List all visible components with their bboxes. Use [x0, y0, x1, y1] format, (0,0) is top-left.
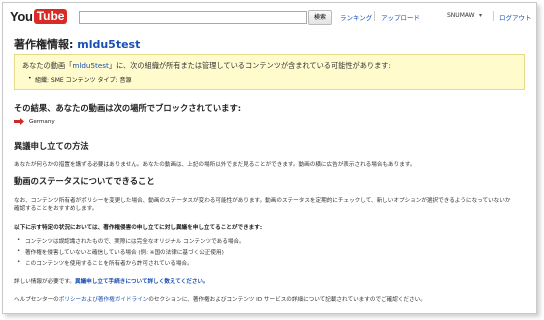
status-text-line2: 確認することをおすすめします。 [14, 206, 98, 212]
nav-upload-link[interactable]: アップロード [381, 12, 420, 22]
nav-divider [374, 11, 375, 21]
top-bar: You Tube 検索 ランキング アップロード SNUMAW ▾ ログアウト [3, 3, 536, 29]
condition-item: • 著作権を侵害していないと確信している場合 (例: ※国の法律に基づく公正使用) [17, 248, 224, 256]
more-info-line: 詳しい情報が必要です。異議申し立て手続きについて詳しく数えてください。 [14, 277, 209, 285]
notice-message: あなたの動画「mldu5test」に、次の組織が所有または管理しているコンテンツ… [22, 61, 391, 71]
chevron-down-icon[interactable]: ▾ [479, 12, 482, 19]
blocked-country: Germany [29, 119, 55, 125]
username-label[interactable]: SNUMAW [447, 12, 475, 19]
dispute-heading: 異議申し立ての方法 [14, 141, 89, 151]
page-title-prefix: 著作権情報: [14, 38, 78, 51]
condition-text: コンテンツは誤認識されたもので、実際には完全なオリジナル コンテンツである場合。 [25, 239, 245, 245]
conditions-heading: 以下に示す特定の状況においては、著作権侵害の申し立てに対し異議を申し立てることが… [14, 225, 263, 231]
bullet-icon: • [28, 75, 32, 82]
browser-page: You Tube 検索 ランキング アップロード SNUMAW ▾ ログアウト … [2, 2, 537, 314]
search-button[interactable]: 検索 [308, 10, 332, 25]
condition-text: 著作権を侵害していないと確信している場合 (例: ※国の法律に基づく公正使用) [25, 250, 224, 256]
dispute-text: あなたが何らかの措置を講ずる必要はありません。あなたの動画は、上記の場所以外でま… [14, 162, 416, 168]
condition-item: • このコンテンツを使用することを所有者から許可されている場合。 [17, 259, 193, 267]
page-title: 著作権情報: mldu5test [14, 36, 140, 52]
more-info-text: 詳しい情報が必要です。 [14, 279, 75, 285]
bullet-icon: • [17, 259, 21, 265]
blocked-heading: その結果、あなたの動画は次の場所でブロックされています: [14, 103, 242, 113]
policy-guidelines-link[interactable]: ポリシーおよび著作権ガイドライン [59, 297, 149, 303]
arrow-right-icon [14, 118, 24, 125]
logout-link[interactable]: ログアウト [499, 12, 532, 22]
footer-text-before: ヘルプセンターの [14, 297, 59, 303]
copyright-notice-box: あなたの動画「mldu5test」に、次の組織が所有または管理しているコンテンツ… [14, 54, 525, 90]
notice-text-before: あなたの動画「 [22, 61, 73, 70]
youtube-logo[interactable]: You Tube [10, 8, 68, 24]
video-title-link[interactable]: mldu5test [77, 38, 140, 51]
nav-divider [493, 11, 494, 21]
condition-item: • コンテンツは誤認識されたもので、実際には完全なオリジナル コンテンツである場合… [17, 237, 245, 245]
logo-you-text: You [10, 8, 33, 24]
nav-ranking-link[interactable]: ランキング [340, 12, 372, 22]
notice-org-item: • 組織: SME コンテンツ タイプ: 音源 [28, 75, 132, 84]
notice-text-after: 」に、次の組織が所有または管理しているコンテンツが含まれている可能性があります: [108, 61, 391, 70]
logo-tube-text: Tube [33, 8, 68, 24]
footer-text-after: のセクションに、著作権およびコンテンツ ID サービスの詳細について記載されてい… [148, 297, 426, 303]
bullet-icon: • [17, 248, 21, 254]
status-heading: 動画のステータスについてできること [14, 176, 155, 186]
status-text-line1: なお、コンテンツ所有者がポリシーを変更した場合、動画のステータスが変わる可能性が… [14, 198, 511, 204]
footer-line: ヘルプセンターのポリシーおよび著作権ガイドラインのセクションに、著作権およびコン… [14, 295, 426, 303]
search-input[interactable] [79, 11, 307, 24]
bullet-icon: • [17, 237, 21, 243]
notice-video-link[interactable]: mldu5test [72, 61, 109, 70]
condition-text: このコンテンツを使用することを所有者から許可されている場合。 [25, 261, 193, 267]
dispute-process-link[interactable]: 異議申し立て手続きについて詳しく数えてください。 [75, 279, 209, 285]
notice-org-text: 組織: SME コンテンツ タイプ: 音源 [35, 77, 132, 84]
